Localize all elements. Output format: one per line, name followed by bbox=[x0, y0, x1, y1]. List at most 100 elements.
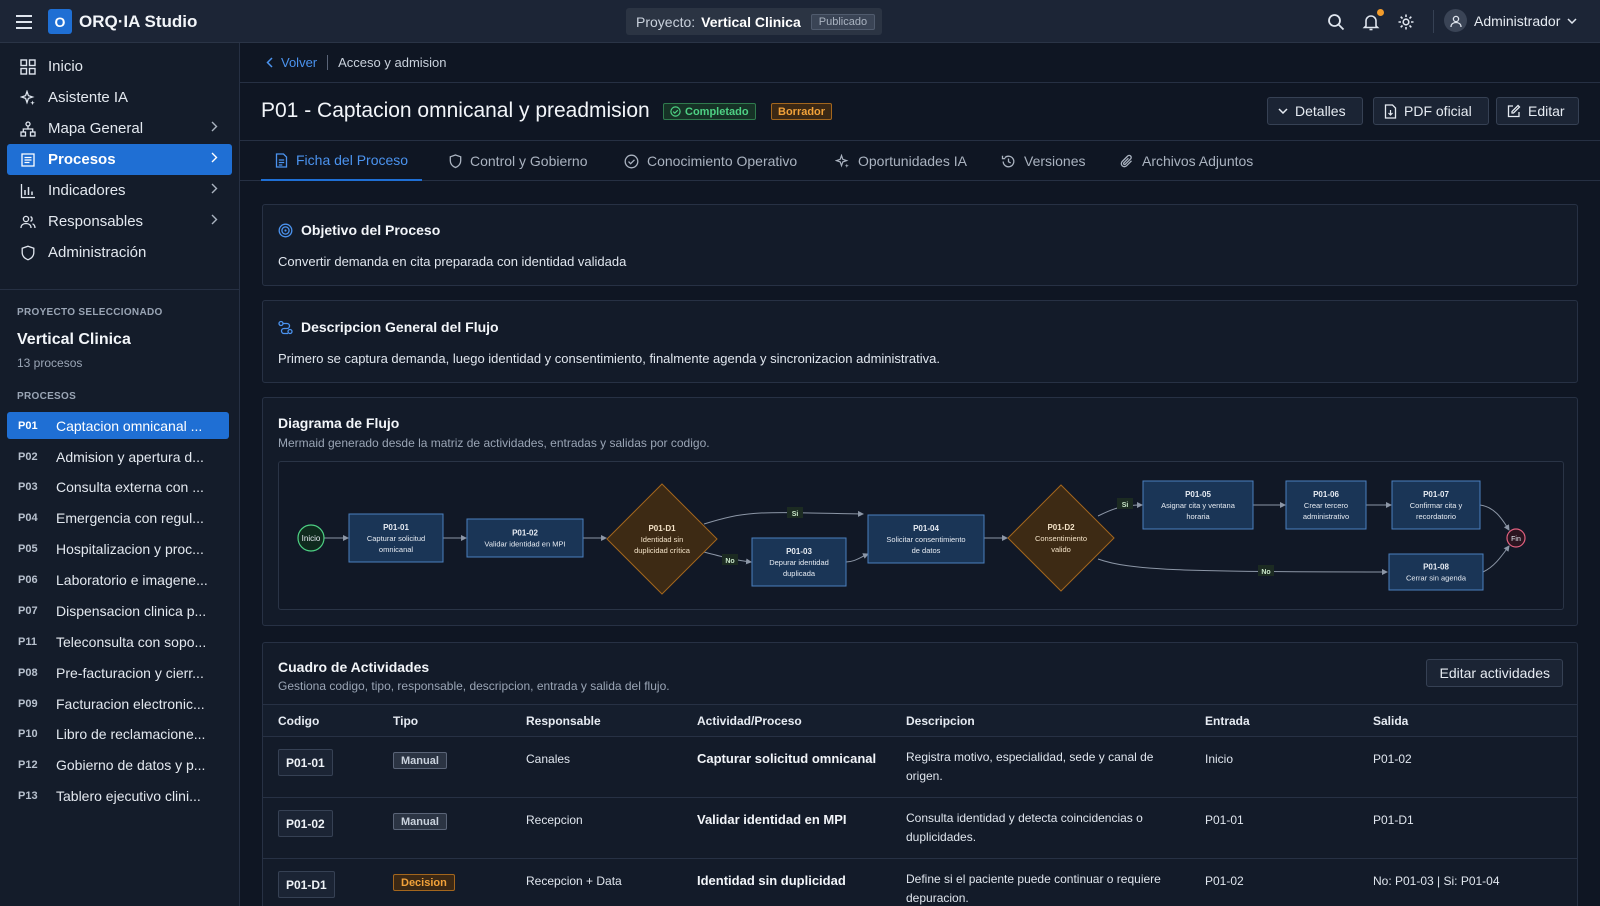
tab-oportunidades-ia[interactable]: Oportunidades IA bbox=[821, 141, 981, 181]
project-selector[interactable]: Proyecto: Vertical Clinica Publicado bbox=[626, 8, 882, 35]
process-item-p07[interactable]: P07 Dispensacion clinica p... bbox=[7, 597, 229, 624]
process-name: Admision y apertura d... bbox=[56, 448, 204, 465]
flow-node-label: valido bbox=[1051, 545, 1071, 554]
table-header: Codigo Tipo Responsable Actividad/Proces… bbox=[263, 704, 1577, 737]
edit-label: Editar bbox=[1528, 103, 1565, 119]
sidebar-item-indicadores[interactable]: Indicadores bbox=[7, 175, 232, 206]
process-item-p01[interactable]: P01 Captacion omnicanal ... bbox=[7, 412, 229, 439]
process-name: Captacion omnicanal ... bbox=[56, 417, 203, 434]
sidebar-divider bbox=[0, 289, 239, 290]
process-name: Tablero ejecutivo clini... bbox=[56, 787, 201, 804]
activity-code: P01-02 bbox=[278, 810, 333, 837]
process-item-p10[interactable]: P10 Libro de reclamacione... bbox=[7, 720, 229, 747]
activity-description-line: origen. bbox=[906, 769, 943, 783]
tab-archivos-adjuntos[interactable]: Archivos Adjuntos bbox=[1106, 141, 1267, 181]
process-item-p02[interactable]: P02 Admision y apertura d... bbox=[7, 443, 229, 470]
column-header[interactable]: Entrada bbox=[1205, 714, 1250, 728]
flow-node-label: horaria bbox=[1186, 512, 1210, 521]
top-bar: O ORQ·IA Studio Proyecto: Vertical Clini… bbox=[0, 0, 1600, 43]
gear-icon[interactable] bbox=[1395, 11, 1417, 33]
edit-activities-button[interactable]: Editar actividades bbox=[1426, 659, 1563, 687]
description-title: Descripcion General del Flujo bbox=[301, 319, 499, 335]
sidebar-item-asistente-ia[interactable]: Asistente IA bbox=[7, 82, 232, 113]
process-name: Teleconsulta con sopo... bbox=[56, 633, 207, 650]
process-name: Gobierno de datos y p... bbox=[56, 756, 206, 773]
description-text: Primero se captura demanda, luego identi… bbox=[278, 351, 940, 366]
edit-button[interactable]: Editar bbox=[1496, 97, 1579, 125]
flow-edge-label: No bbox=[1261, 569, 1270, 576]
tab-control-y-gobierno[interactable]: Control y Gobierno bbox=[435, 141, 602, 181]
process-name: Facturacion electronic... bbox=[56, 695, 205, 712]
table-row[interactable]: P01-02 Manual Recepcion Validar identida… bbox=[263, 798, 1577, 859]
flow-edge-label: Si bbox=[792, 511, 799, 518]
activity-type-badge: Manual bbox=[393, 813, 447, 830]
process-code: P11 bbox=[18, 635, 37, 648]
activities-title: Cuadro de Actividades bbox=[278, 659, 430, 675]
menu-icon[interactable] bbox=[13, 11, 35, 33]
column-header[interactable]: Salida bbox=[1373, 714, 1408, 728]
sidebar-item-inicio[interactable]: Inicio bbox=[7, 51, 232, 82]
flow-node-label: recordatorio bbox=[1416, 512, 1456, 521]
process-item-p09[interactable]: P09 Facturacion electronic... bbox=[7, 690, 229, 717]
bar-chart-icon bbox=[18, 181, 38, 201]
pdf-button[interactable]: PDF oficial bbox=[1373, 97, 1489, 125]
process-item-p04[interactable]: P04 Emergencia con regul... bbox=[7, 504, 229, 531]
activity-output: P01-D1 bbox=[1373, 813, 1414, 827]
sidebar-item-administracion[interactable]: Administración bbox=[7, 237, 232, 268]
column-header[interactable]: Tipo bbox=[393, 714, 418, 728]
table-row[interactable]: P01-D1 Decision Recepcion + Data Identid… bbox=[263, 859, 1577, 906]
process-name: Libro de reclamacione... bbox=[56, 725, 206, 742]
diagram-card: Diagrama de Flujo Mermaid generado desde… bbox=[262, 397, 1578, 626]
flow-node-code: P01-04 bbox=[913, 524, 939, 533]
process-code: P02 bbox=[18, 450, 38, 463]
flow-start-label: Inicio bbox=[302, 534, 321, 543]
breadcrumb-separator bbox=[327, 55, 329, 70]
process-item-p08[interactable]: P08 Pre-facturacion y cierr... bbox=[7, 659, 229, 686]
history-icon bbox=[1001, 154, 1016, 169]
sidebar-item-responsables[interactable]: Responsables bbox=[7, 206, 232, 237]
tab-ficha-del-proceso[interactable]: Ficha del Proceso bbox=[261, 141, 423, 181]
column-header[interactable]: Descripcion bbox=[906, 714, 975, 728]
process-item-p06[interactable]: P06 Laboratorio e imagene... bbox=[7, 566, 229, 593]
user-menu[interactable]: Administrador bbox=[1444, 9, 1577, 32]
flow-node-p01-08[interactable] bbox=[1388, 553, 1484, 591]
column-header[interactable]: Codigo bbox=[278, 714, 319, 728]
tab-label: Oportunidades IA bbox=[858, 153, 967, 169]
process-item-p05[interactable]: P05 Hospitalizacion y proc... bbox=[7, 535, 229, 562]
details-button[interactable]: Detalles bbox=[1267, 97, 1363, 125]
user-name: Administrador bbox=[1474, 12, 1561, 29]
app-title[interactable]: ORQ·IA Studio bbox=[79, 12, 197, 32]
process-code: P12 bbox=[18, 758, 38, 771]
back-link[interactable]: Volver bbox=[266, 55, 317, 70]
app-logo[interactable]: O bbox=[48, 9, 72, 34]
search-icon[interactable] bbox=[1325, 11, 1347, 33]
process-item-p12[interactable]: P12 Gobierno de datos y p... bbox=[7, 751, 229, 778]
flow-edge bbox=[1097, 558, 1388, 575]
flow-node-p01-02[interactable] bbox=[466, 518, 584, 558]
flow-edge-label: No bbox=[725, 558, 734, 565]
process-item-p11[interactable]: P11 Teleconsulta con sopo... bbox=[7, 628, 229, 655]
tab-versiones[interactable]: Versiones bbox=[987, 141, 1099, 181]
activity-output: P01-02 bbox=[1373, 752, 1412, 766]
back-label: Volver bbox=[281, 55, 318, 70]
column-header[interactable]: Actividad/Proceso bbox=[697, 714, 802, 728]
process-code: P05 bbox=[18, 542, 38, 555]
flow-node-code: P01-08 bbox=[1423, 563, 1449, 572]
process-code: P03 bbox=[18, 480, 38, 493]
tab-label: Control y Gobierno bbox=[470, 153, 588, 169]
flow-edge bbox=[845, 553, 869, 563]
selected-project-name: Vertical Clinica bbox=[17, 331, 131, 348]
activity-input: P01-01 bbox=[1205, 813, 1244, 827]
tab-label: Conocimiento Operativo bbox=[647, 153, 798, 169]
sidebar-item-procesos[interactable]: Procesos bbox=[7, 144, 232, 175]
process-item-p03[interactable]: P03 Consulta externa con ... bbox=[7, 473, 229, 500]
diagram-subtitle: Mermaid generado desde la matriz de acti… bbox=[278, 436, 710, 450]
table-row[interactable]: P01-01 Manual Canales Capturar solicitud… bbox=[263, 737, 1577, 798]
activity-description-line: depuracion. bbox=[906, 891, 969, 905]
column-header[interactable]: Responsable bbox=[526, 714, 601, 728]
sidebar-item-mapa-general[interactable]: Mapa General bbox=[7, 113, 232, 144]
process-item-p13[interactable]: P13 Tablero ejecutivo clini... bbox=[7, 782, 229, 809]
flow-node-label: Confirmar cita y bbox=[1410, 501, 1463, 510]
flow-diagram-svg: Si No Si No Inicio Fin P01-01 Capturar solicit… bbox=[297, 480, 1526, 595]
tab-conocimiento-operativo[interactable]: Conocimiento Operativo bbox=[610, 141, 811, 181]
